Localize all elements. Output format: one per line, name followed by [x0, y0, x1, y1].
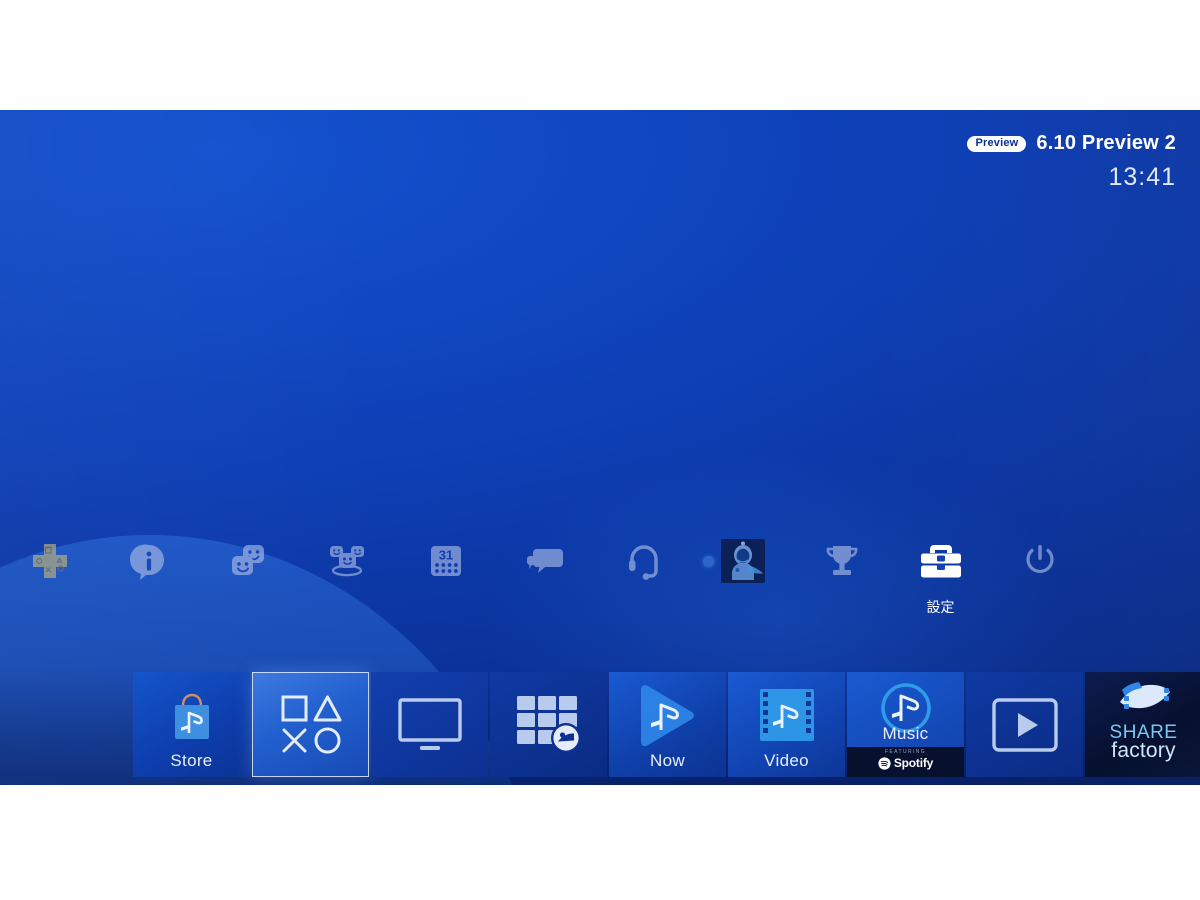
function-row: 31 設定 — [0, 533, 1200, 643]
trophies-icon — [818, 537, 866, 585]
events-icon: 31 — [422, 537, 470, 585]
tile-ps-now[interactable]: Now — [609, 672, 726, 777]
online-status-dot — [702, 556, 714, 567]
function-item-power[interactable] — [990, 533, 1089, 615]
profile-avatar — [702, 537, 767, 585]
status-bar: Preview 6.10 Preview 2 13:41 — [967, 132, 1176, 192]
function-item-ps-plus[interactable] — [0, 533, 99, 615]
notifications-icon — [125, 537, 173, 585]
tile-store[interactable]: Store — [133, 672, 250, 777]
ps-symbols-icon — [252, 672, 369, 777]
function-item-profile[interactable] — [693, 533, 792, 615]
screenshot-root: Preview 6.10 Preview 2 13:41 31 設定 Store… — [0, 0, 1200, 900]
tile-library[interactable] — [490, 672, 607, 777]
tile-label: Store — [170, 751, 213, 770]
function-item-friends[interactable] — [198, 533, 297, 615]
function-item-notifications[interactable] — [99, 533, 198, 615]
tile-label: Video — [764, 751, 809, 770]
friends-icon — [224, 537, 272, 585]
function-item-messages[interactable] — [495, 533, 594, 615]
headset-icon — [620, 537, 668, 585]
tile-tv[interactable] — [371, 672, 488, 777]
tile-label: Now — [650, 751, 685, 770]
svg-text:31: 31 — [438, 548, 452, 563]
function-item-headset[interactable] — [594, 533, 693, 615]
tile-ps-video[interactable]: Video — [728, 672, 845, 777]
spotify-partner-strip: FEATURING Spotify — [847, 747, 964, 777]
ps4-home-screen: Preview 6.10 Preview 2 13:41 31 設定 Store… — [0, 110, 1200, 785]
power-icon — [1016, 537, 1064, 585]
tv-icon — [371, 672, 488, 777]
featuring-label: FEATURING — [884, 749, 927, 755]
messages-icon — [521, 537, 569, 585]
spotify-logo: Spotify — [878, 756, 933, 770]
function-item-party[interactable] — [297, 533, 396, 615]
function-item-trophies[interactable] — [792, 533, 891, 615]
party-icon — [323, 537, 371, 585]
tile-label: Music — [882, 724, 929, 743]
content-tile-row: Store Now Video Music FEATURING Spotify … — [133, 672, 1200, 782]
tile-media-player[interactable] — [966, 672, 1083, 777]
settings-icon — [917, 537, 965, 585]
function-item-settings[interactable]: 設定 — [891, 533, 990, 615]
firmware-line: Preview 6.10 Preview 2 — [967, 132, 1176, 155]
media-player-icon — [966, 672, 1083, 777]
spotify-wordmark: Spotify — [893, 756, 934, 770]
sharefactory-line2: factory — [1111, 739, 1176, 763]
spotify-icon — [878, 756, 891, 770]
tile-ps-symbols[interactable] — [252, 672, 369, 777]
sharefactory-logo-text: SHARE factory — [1085, 723, 1200, 763]
function-item-events[interactable]: 31 — [396, 533, 495, 615]
preview-badge: Preview — [967, 135, 1027, 152]
tile-ps-music[interactable]: Music FEATURING Spotify — [847, 672, 964, 777]
function-label-settings: 設定 — [926, 599, 955, 615]
tile-sharefactory[interactable]: SHARE factory — [1085, 672, 1200, 777]
ps-plus-icon — [26, 537, 74, 585]
firmware-version: 6.10 Preview 2 — [1036, 132, 1176, 154]
clock: 13:41 — [1108, 163, 1176, 191]
library-icon — [490, 672, 607, 777]
avatar — [720, 539, 765, 583]
